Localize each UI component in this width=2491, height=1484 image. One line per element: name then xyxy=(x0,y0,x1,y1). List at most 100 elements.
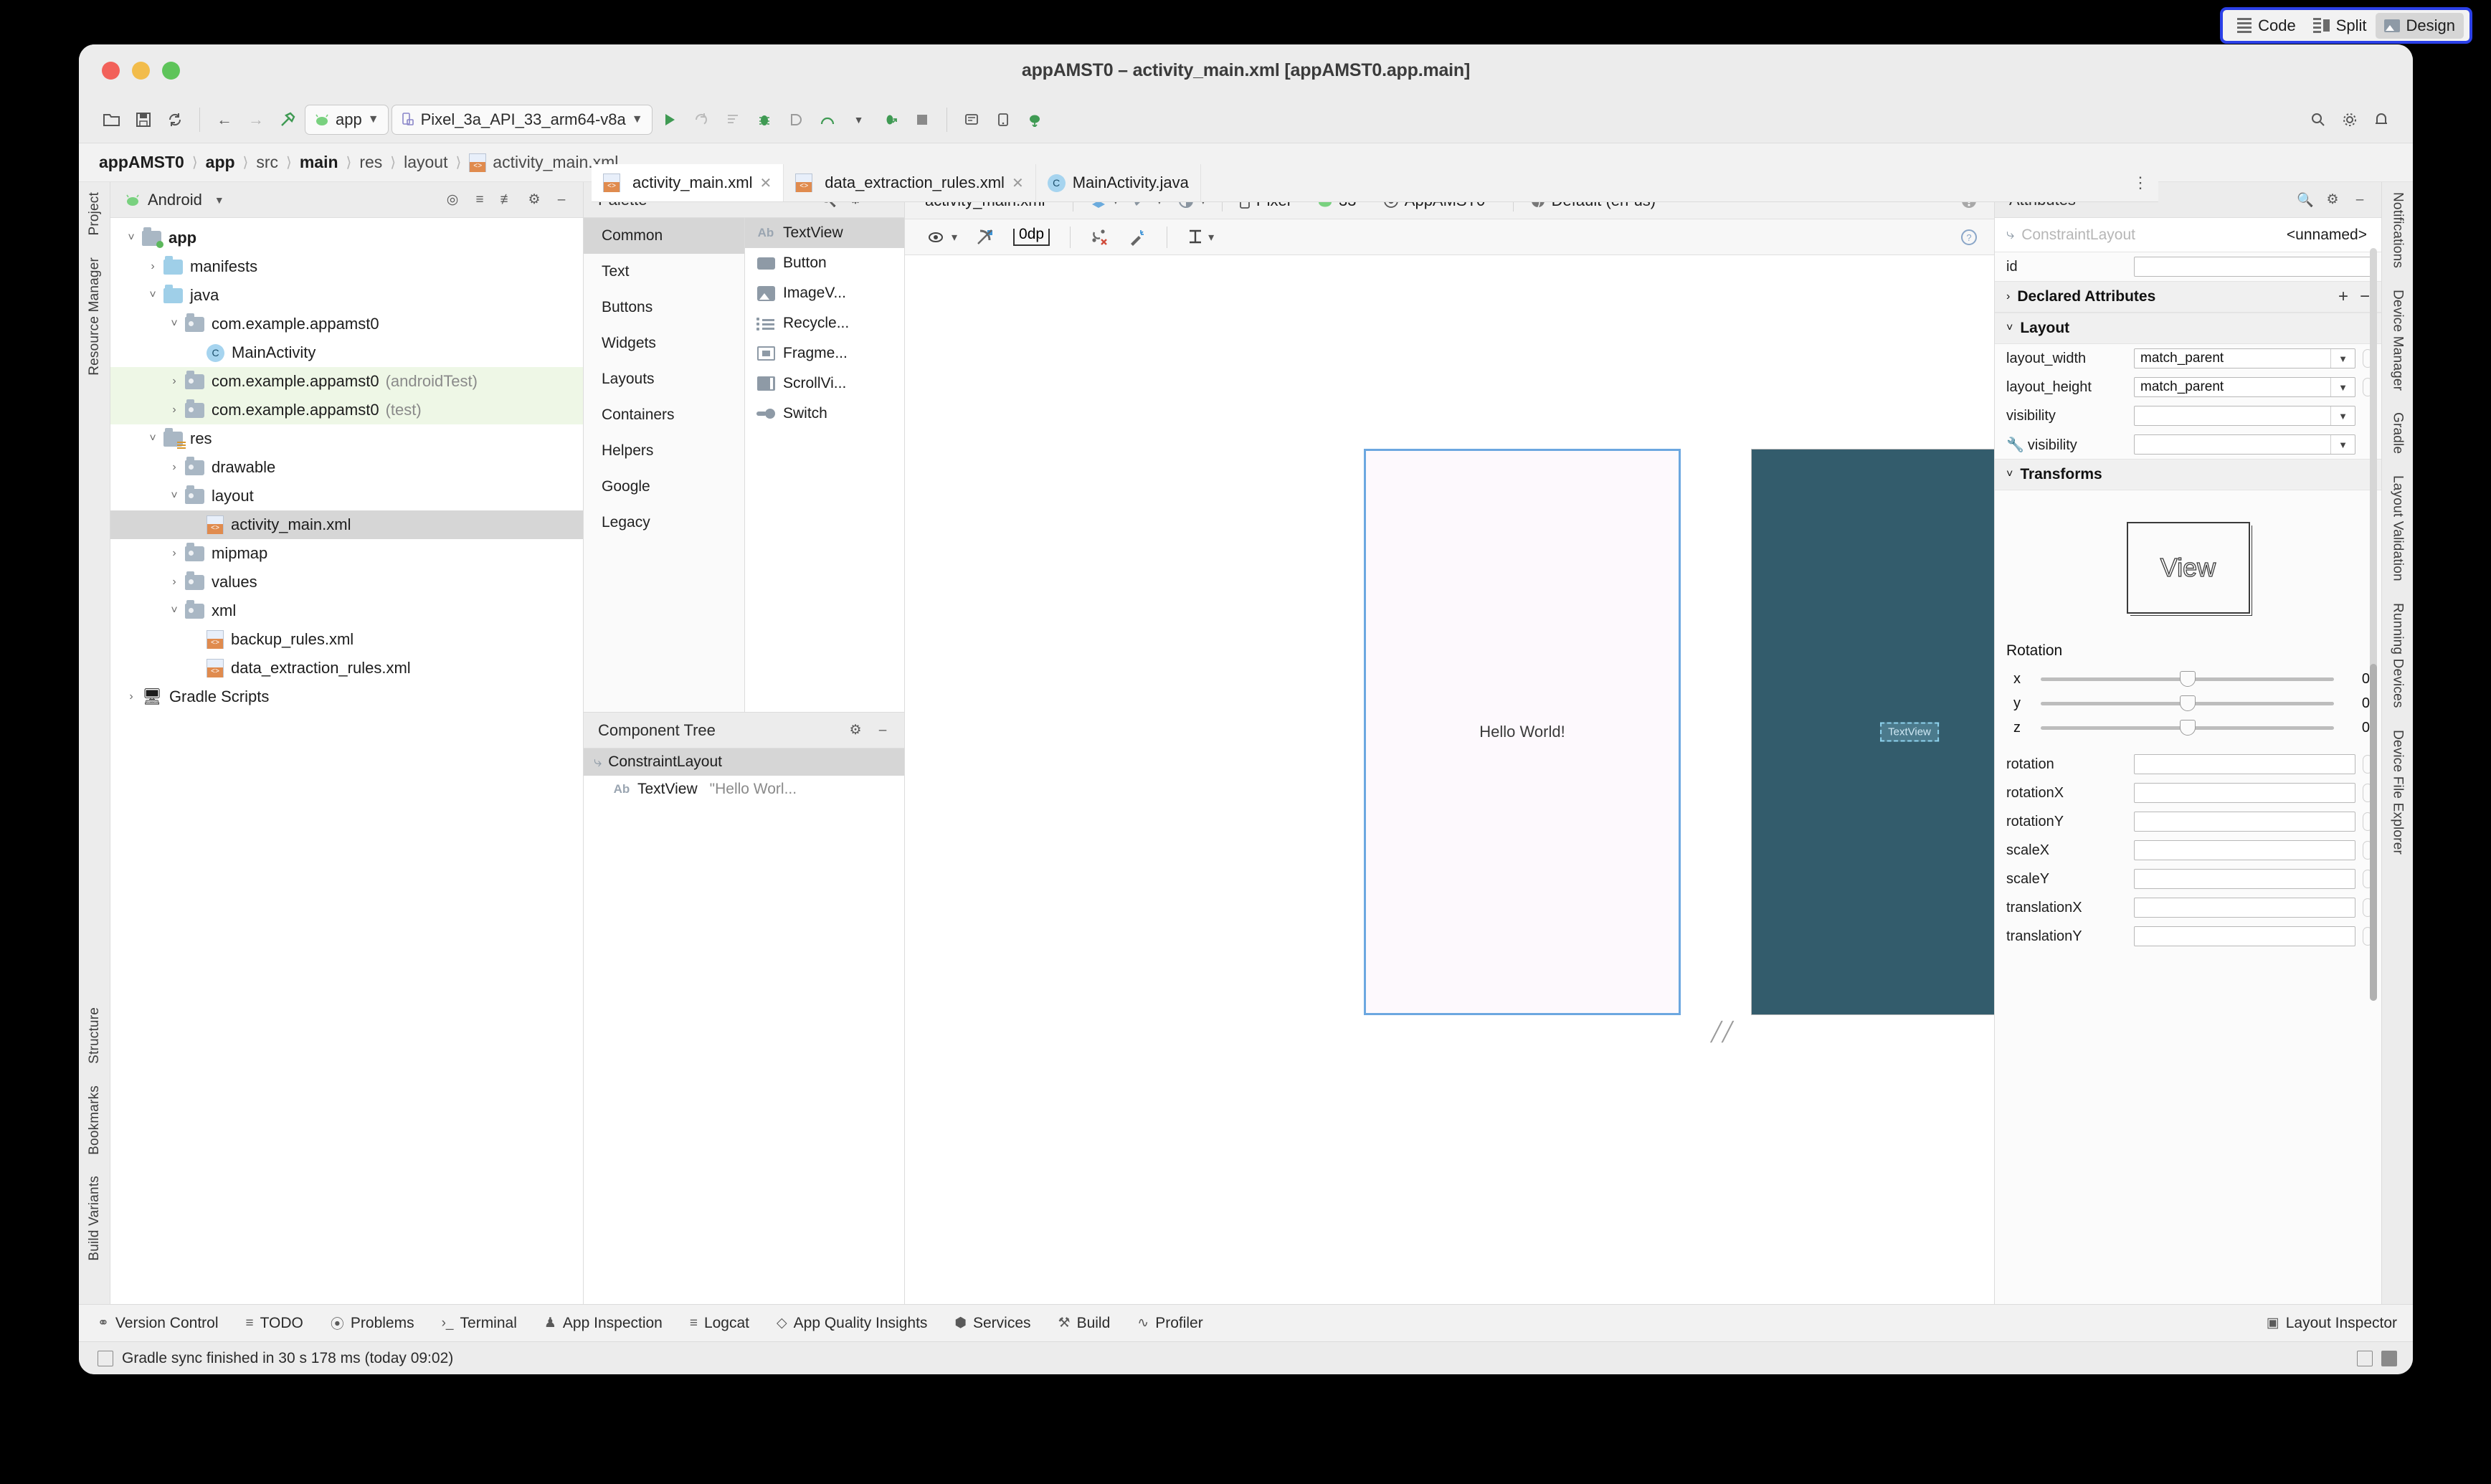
chevron-down-icon[interactable]: ▼ xyxy=(2330,378,2355,396)
search-icon[interactable]: 🔍 xyxy=(2295,191,2315,209)
attribute-value-field[interactable] xyxy=(2134,783,2355,803)
component-tree-row[interactable]: ⤷ ConstraintLayout xyxy=(584,748,904,776)
stop-icon[interactable] xyxy=(908,105,936,134)
chevron-right-icon[interactable]: › xyxy=(142,260,163,273)
chevron-down-icon[interactable]: ˅ xyxy=(163,490,185,503)
guidelines-button[interactable]: ▾ xyxy=(1183,223,1218,252)
editor-tabs[interactable]: activity_main.xml ✕ data_extraction_rule… xyxy=(592,164,1201,201)
attribute-value-field[interactable]: ▼ xyxy=(2134,406,2355,426)
sidebar-item-running-devices[interactable]: Running Devices xyxy=(2390,603,2406,708)
gear-icon[interactable]: ⚙ xyxy=(845,722,865,738)
apply-changes-icon[interactable] xyxy=(687,105,716,134)
tab-code[interactable]: Code xyxy=(2229,12,2305,39)
bottom-bar-item[interactable]: ∿ Profiler xyxy=(1137,1313,1202,1333)
tree-item[interactable]: › com.example.appamst0 (androidTest) xyxy=(110,367,583,396)
chevron-right-icon[interactable]: › xyxy=(163,461,185,474)
attribute-value-field[interactable]: match_parent ▼ xyxy=(2134,348,2355,368)
apply-code-changes-icon[interactable] xyxy=(718,105,747,134)
resize-handle[interactable]: ╱╱ xyxy=(1711,1021,1733,1043)
tree-item[interactable]: ˅ app xyxy=(110,224,583,252)
add-attribute-button[interactable]: + xyxy=(2338,287,2348,307)
chevron-down-icon[interactable]: ▼ xyxy=(845,105,873,134)
chevron-right-icon[interactable]: › xyxy=(163,375,185,388)
tree-item[interactable]: › com.example.appamst0 (test) xyxy=(110,396,583,424)
tree-item[interactable]: backup_rules.xml xyxy=(110,625,583,654)
palette-item[interactable]: Button xyxy=(745,248,904,278)
sidebar-item-resource-manager[interactable]: Resource Manager xyxy=(87,257,103,376)
palette-item[interactable]: Fragme... xyxy=(745,338,904,368)
device-selector-chip[interactable]: Pixel_3a_API_33_arm64-v8a ▼ xyxy=(391,104,653,135)
tree-item[interactable]: ˅ res xyxy=(110,424,583,453)
tree-item[interactable]: › mipmap xyxy=(110,539,583,568)
chevron-down-icon[interactable]: ˅ xyxy=(142,432,163,445)
palette-items[interactable]: Ab TextView Button ImageV... Recycle... … xyxy=(745,218,904,712)
layout-section[interactable]: ˅ Layout xyxy=(1995,313,2381,344)
chevron-down-icon[interactable]: ▼ xyxy=(209,194,229,206)
tree-item[interactable]: ˅ layout xyxy=(110,482,583,510)
sidebar-item-build-variants[interactable]: Build Variants xyxy=(87,1176,103,1261)
attribute-value-field[interactable] xyxy=(2134,840,2355,860)
palette-categories[interactable]: Common Text Buttons Widgets Layouts Cont… xyxy=(584,218,745,712)
bottom-bar-item[interactable]: ›_ Terminal xyxy=(442,1313,517,1333)
run-icon[interactable] xyxy=(655,105,684,134)
rotation-slider-y[interactable] xyxy=(2041,695,2334,711)
event-log-icon[interactable] xyxy=(98,1350,113,1366)
sync-project-icon[interactable] xyxy=(161,105,189,134)
hide-panel-icon[interactable]: – xyxy=(2350,192,2370,208)
open-folder-icon[interactable] xyxy=(98,105,126,134)
sidebar-item-notifications[interactable]: Notifications xyxy=(2390,192,2406,268)
bottom-bar-item[interactable]: ≡ TODO xyxy=(246,1313,303,1333)
attribute-value-field[interactable] xyxy=(2134,898,2355,918)
gear-icon[interactable]: ⚙ xyxy=(524,191,544,208)
breadcrumb-item-2[interactable]: src xyxy=(256,153,278,172)
chevron-down-icon[interactable]: ˅ xyxy=(120,232,142,244)
hide-panel-icon[interactable]: – xyxy=(551,192,571,208)
module-selector-chip[interactable]: app ▼ xyxy=(305,104,389,135)
close-icon[interactable]: ✕ xyxy=(759,174,772,192)
select-opened-file-icon[interactable]: ◎ xyxy=(442,191,462,208)
bottom-bar-item[interactable]: ♟ App Inspection xyxy=(544,1313,663,1333)
sidebar-item-gradle[interactable]: Gradle xyxy=(2390,412,2406,454)
palette-category-legacy[interactable]: Legacy xyxy=(584,505,744,541)
palette-category-text[interactable]: Text xyxy=(584,254,744,290)
chevron-right-icon[interactable]: › xyxy=(163,576,185,589)
tree-item[interactable]: › drawable xyxy=(110,453,583,482)
search-icon[interactable] xyxy=(2304,105,2333,134)
memory-indicator-icon[interactable] xyxy=(2357,1350,2373,1366)
editor-tabs-overflow-button[interactable]: ⋮ xyxy=(2132,164,2158,201)
declared-attributes-section[interactable]: › Declared Attributes + − xyxy=(1995,281,2381,313)
palette-category-widgets[interactable]: Widgets xyxy=(584,325,744,361)
help-button[interactable]: ? xyxy=(1955,223,1983,252)
sidebar-item-device-manager[interactable]: Device Manager xyxy=(2390,290,2406,391)
sidebar-item-project[interactable]: Project xyxy=(87,192,103,236)
editor-tab[interactable]: activity_main.xml ✕ xyxy=(592,164,784,201)
palette-category-containers[interactable]: Containers xyxy=(584,397,744,433)
sidebar-item-structure[interactable]: Structure xyxy=(87,1007,103,1064)
notifications-icon[interactable] xyxy=(2367,105,2396,134)
project-tree[interactable]: ˅ app › manifests ˅ java ˅ com.example.a… xyxy=(110,218,583,1304)
navigate-forward-icon[interactable]: → xyxy=(242,105,270,134)
palette-item[interactable]: Recycle... xyxy=(745,308,904,338)
bottom-bar-item[interactable]: ⬢ Services xyxy=(954,1313,1030,1333)
attribute-value-field[interactable] xyxy=(2134,754,2355,774)
attribute-value-field[interactable]: match_parent ▼ xyxy=(2134,377,2355,397)
infer-constraints-button[interactable] xyxy=(1124,223,1151,252)
toggle-constraints-button[interactable] xyxy=(972,223,999,252)
tab-split[interactable]: Split xyxy=(2305,12,2376,39)
editor-tab[interactable]: data_extraction_rules.xml ✕ xyxy=(784,164,1036,201)
view-options-button[interactable]: ▾ xyxy=(924,223,962,252)
default-margin-button[interactable]: 0dp xyxy=(1009,223,1054,252)
palette-category-buttons[interactable]: Buttons xyxy=(584,290,744,325)
attributes-scrollbar[interactable] xyxy=(2370,248,2377,1001)
chevron-down-icon[interactable]: ▼ xyxy=(2330,435,2355,454)
toggle-sidebar-icon[interactable] xyxy=(2381,1350,2397,1366)
tree-item[interactable]: ˅ com.example.appamst0 xyxy=(110,310,583,338)
attribute-value-field[interactable] xyxy=(2134,869,2355,889)
transforms-section[interactable]: ˅ Transforms xyxy=(1995,459,2381,490)
hide-panel-icon[interactable]: – xyxy=(873,723,893,738)
run-with-coverage-icon[interactable] xyxy=(876,105,905,134)
attribute-value-field[interactable]: ▼ xyxy=(2134,434,2355,455)
device-preview-rendered[interactable]: Hello World! xyxy=(1364,449,1681,1015)
bottom-bar-item[interactable]: ⦿ Problems xyxy=(331,1313,414,1333)
tree-item[interactable]: C MainActivity xyxy=(110,338,583,367)
